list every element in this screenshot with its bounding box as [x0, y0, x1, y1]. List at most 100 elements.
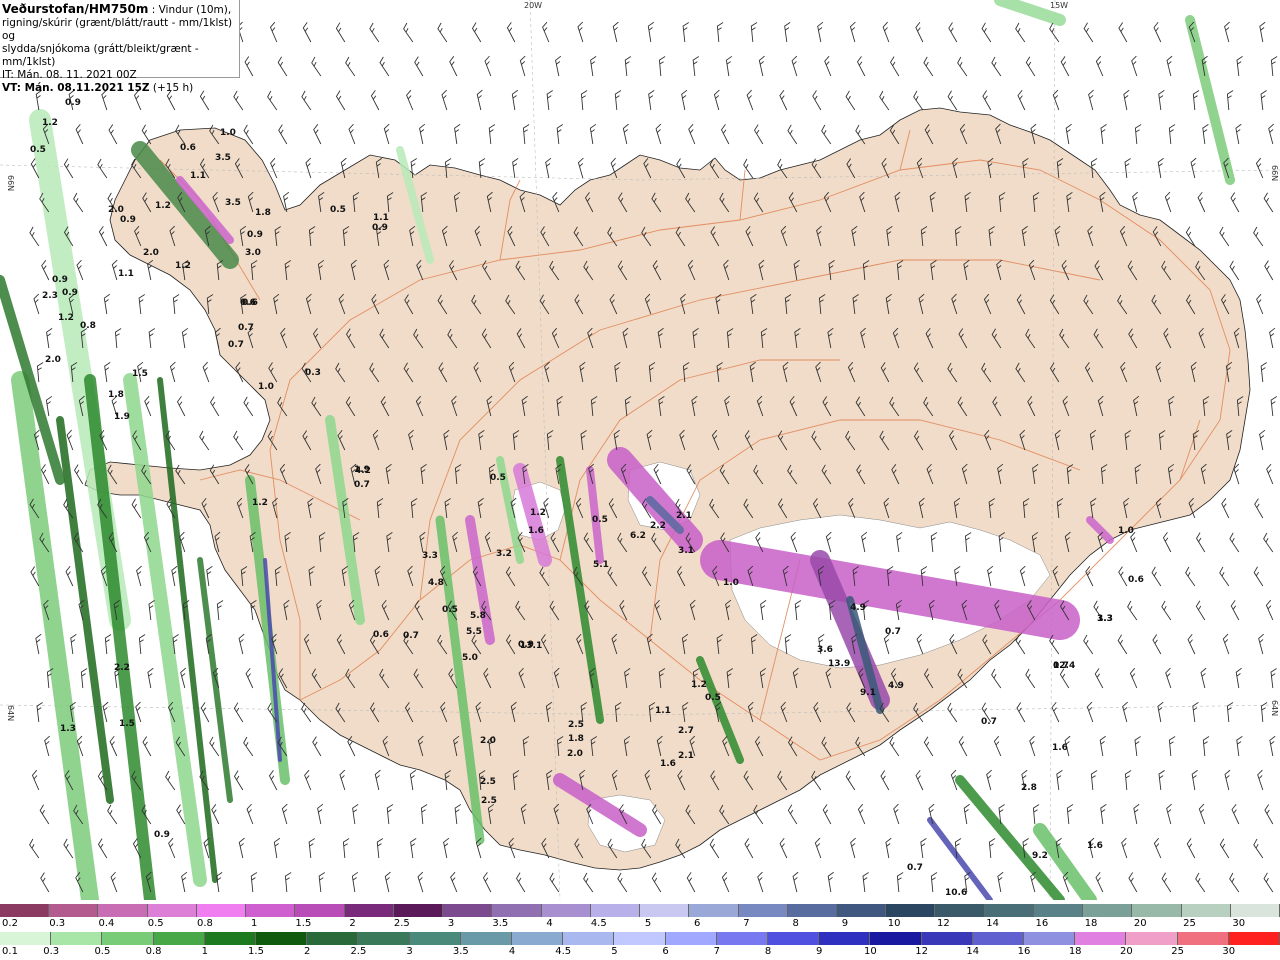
precip-value-label: 1.2 [155, 201, 171, 211]
scale-swatch [102, 932, 154, 945]
precip-value-label: 2.8 [1021, 783, 1037, 793]
scale-swatch [443, 904, 493, 917]
scale-swatch [1075, 932, 1127, 945]
precip-value-label: 1.6 [1052, 743, 1068, 753]
scale-label: 7 [713, 946, 720, 957]
scale-swatch [153, 932, 205, 945]
scale-swatch [51, 932, 103, 945]
precip-value-label: 1.3 [60, 724, 76, 734]
scale-label: 2 [349, 918, 356, 929]
precip-value-label: 2.5 [481, 796, 497, 806]
precip-value-label: 3.0 [245, 248, 261, 258]
precip-value-label: 0.6 [1128, 575, 1144, 585]
lat-label-64n-left: 64N [6, 705, 15, 721]
scale-swatch [196, 904, 247, 917]
precip-value-label: 1.1 [118, 269, 134, 279]
precip-value-label: 1.6 [1087, 841, 1103, 851]
scale-label: 16 [1017, 946, 1031, 957]
precip-value-label: 1.2 [530, 508, 546, 518]
scale-swatch [563, 932, 615, 945]
precip-value-label: 13.9 [828, 659, 850, 669]
scale-label: 4.5 [555, 946, 572, 957]
precip-value-label: 1.2 [691, 680, 707, 690]
precip-value-label: 4.9 [888, 681, 904, 691]
scale-label: 4.5 [590, 918, 607, 929]
precip-value-label: 1.2 [58, 313, 74, 323]
scale-swatch [590, 904, 641, 917]
scale-swatch [972, 932, 1025, 945]
scale-swatch [768, 932, 820, 945]
scale-label: 16 [1035, 918, 1049, 929]
precip-value-label: 3.1 [678, 546, 694, 556]
precip-value-label: 0.9 [62, 288, 78, 298]
precip-value-label: 0.9 [372, 223, 388, 233]
scale-swatch [1228, 932, 1280, 945]
scale-label: 8 [764, 946, 772, 957]
precip-value-label: 2.1 [676, 511, 692, 521]
scale-swatch [541, 904, 591, 917]
scale-swatch [344, 904, 394, 917]
scale-swatch [886, 904, 936, 917]
precip-value-label: 0.9 [120, 215, 136, 225]
scale-label: 14 [966, 946, 980, 957]
precip-value-label: 1.8 [255, 208, 271, 218]
precip-value-label: 0.5 [592, 515, 608, 525]
precip-value-label: 0.7 [885, 627, 901, 637]
scale-label: 3 [447, 918, 455, 929]
scale-label: 9 [841, 918, 849, 929]
scale-label: 18 [1068, 946, 1082, 957]
precip-value-label: 0.7 [238, 323, 254, 333]
precip-value-label: 2.7 [678, 726, 694, 736]
scale-label: 5 [644, 918, 652, 929]
scale-swatch [870, 932, 922, 945]
scale-label: 0.4 [98, 918, 115, 929]
scale-swatch [1033, 904, 1084, 917]
precip-value-label: 1.6 [660, 759, 676, 769]
scale-label: 6 [694, 918, 701, 929]
precip-value-label: 1.1 [373, 213, 389, 223]
precip-value-label: 0.5 [30, 145, 46, 155]
scale-swatch [49, 904, 99, 917]
scale-swatch [640, 904, 690, 917]
precip-value-label: 9.2 [1032, 851, 1048, 861]
scale-label: 1.5 [248, 946, 264, 957]
precip-value-label: 1.9 [114, 412, 130, 422]
scale-label: 0.1 [2, 946, 18, 957]
scale-label: 10 [864, 946, 877, 957]
scale-label: 20 [1133, 918, 1147, 929]
scale-label: 0.5 [94, 946, 111, 957]
precip-value-label: 1.3 [1097, 614, 1113, 624]
scale-swatch [98, 904, 148, 917]
precip-value-label: 5.1 [593, 560, 609, 570]
scale-label: 20 [1120, 946, 1133, 957]
precip-value-label: 3.6 [817, 645, 833, 655]
scale-label: 0.3 [49, 918, 66, 929]
scale-swatch [147, 904, 197, 917]
scale-label: 8 [792, 918, 799, 929]
scale-swatch [0, 904, 50, 917]
precip-value-label: 2.0 [45, 355, 61, 365]
scale-label: 3.5 [492, 918, 509, 929]
precip-value-label: 0.5 [705, 693, 721, 703]
precip-value-label: 5.0 [462, 653, 478, 663]
scale-swatch [819, 932, 871, 945]
scale-swatch [614, 932, 666, 945]
scale-swatch [935, 904, 985, 917]
scale-swatch [0, 932, 52, 945]
precip-value-label: 3.3 [422, 551, 438, 561]
precip-value-label: 1.0 [258, 382, 274, 392]
scale-swatch [246, 904, 296, 917]
precip-value-label: 0.5 [490, 473, 506, 483]
precip-value-label: 0.6 [180, 143, 196, 153]
precip-value-label: 4.8 [428, 578, 444, 588]
scale-swatch [295, 904, 345, 917]
precip-value-label: 1.0 [220, 128, 236, 138]
precip-value-label: 2.5 [480, 777, 496, 787]
scale-label: 4 [508, 946, 516, 957]
precip-value-label: 1.0 [1118, 526, 1134, 536]
scale-swatch [393, 904, 444, 917]
legend-line-rain: rigning/skúrir (grænt/blátt/rautt - mm/1… [2, 17, 233, 42]
precip-value-label: 0.7 [354, 480, 370, 490]
precip-value-label: 0.7 [981, 717, 997, 727]
lat-label-66n-right: 66N [1270, 165, 1279, 181]
